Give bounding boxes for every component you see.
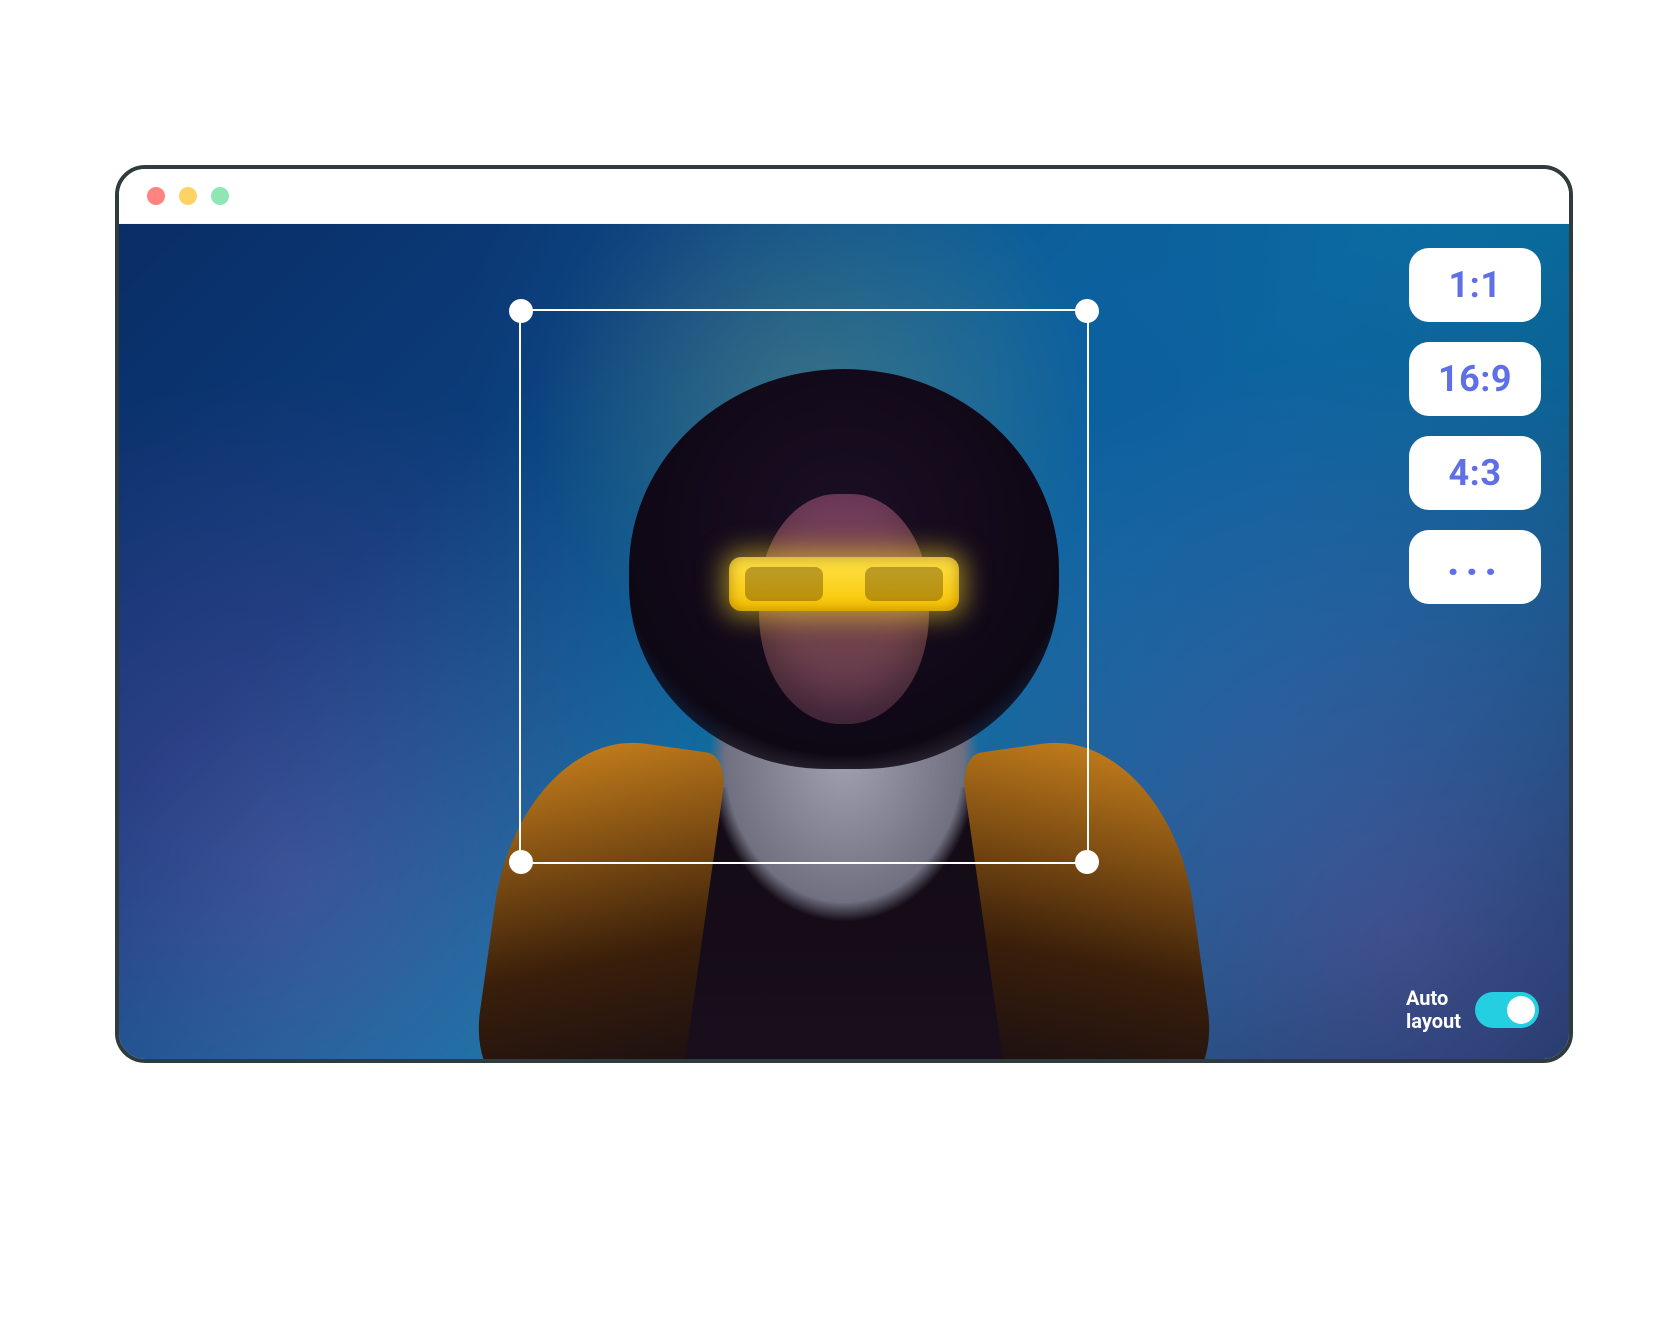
auto-layout-toggle[interactable]: [1475, 992, 1539, 1028]
auto-layout-control: Auto layout: [1406, 987, 1539, 1033]
toggle-knob-icon: [1507, 996, 1535, 1024]
crop-handle-top-right[interactable]: [1075, 299, 1099, 323]
aspect-ratio-16-9[interactable]: 16:9: [1409, 342, 1541, 416]
crop-selection[interactable]: [519, 309, 1089, 864]
window-minimize-icon[interactable]: [179, 187, 197, 205]
stage: 1:1 16:9 4:3 ... Auto layout: [0, 0, 1680, 1344]
window-titlebar: [119, 169, 1569, 224]
crop-handle-bottom-right[interactable]: [1075, 850, 1099, 874]
crop-handle-top-left[interactable]: [509, 299, 533, 323]
window-zoom-icon[interactable]: [211, 187, 229, 205]
auto-layout-label: Auto layout: [1406, 987, 1461, 1033]
aspect-ratio-more-button[interactable]: ...: [1409, 530, 1541, 604]
crop-handle-bottom-left[interactable]: [509, 850, 533, 874]
window-close-icon[interactable]: [147, 187, 165, 205]
aspect-ratio-4-3[interactable]: 4:3: [1409, 436, 1541, 510]
app-window: 1:1 16:9 4:3 ... Auto layout: [115, 165, 1573, 1063]
aspect-ratio-1-1[interactable]: 1:1: [1409, 248, 1541, 322]
aspect-ratio-panel: 1:1 16:9 4:3 ...: [1409, 248, 1541, 604]
image-canvas[interactable]: 1:1 16:9 4:3 ... Auto layout: [119, 224, 1569, 1059]
